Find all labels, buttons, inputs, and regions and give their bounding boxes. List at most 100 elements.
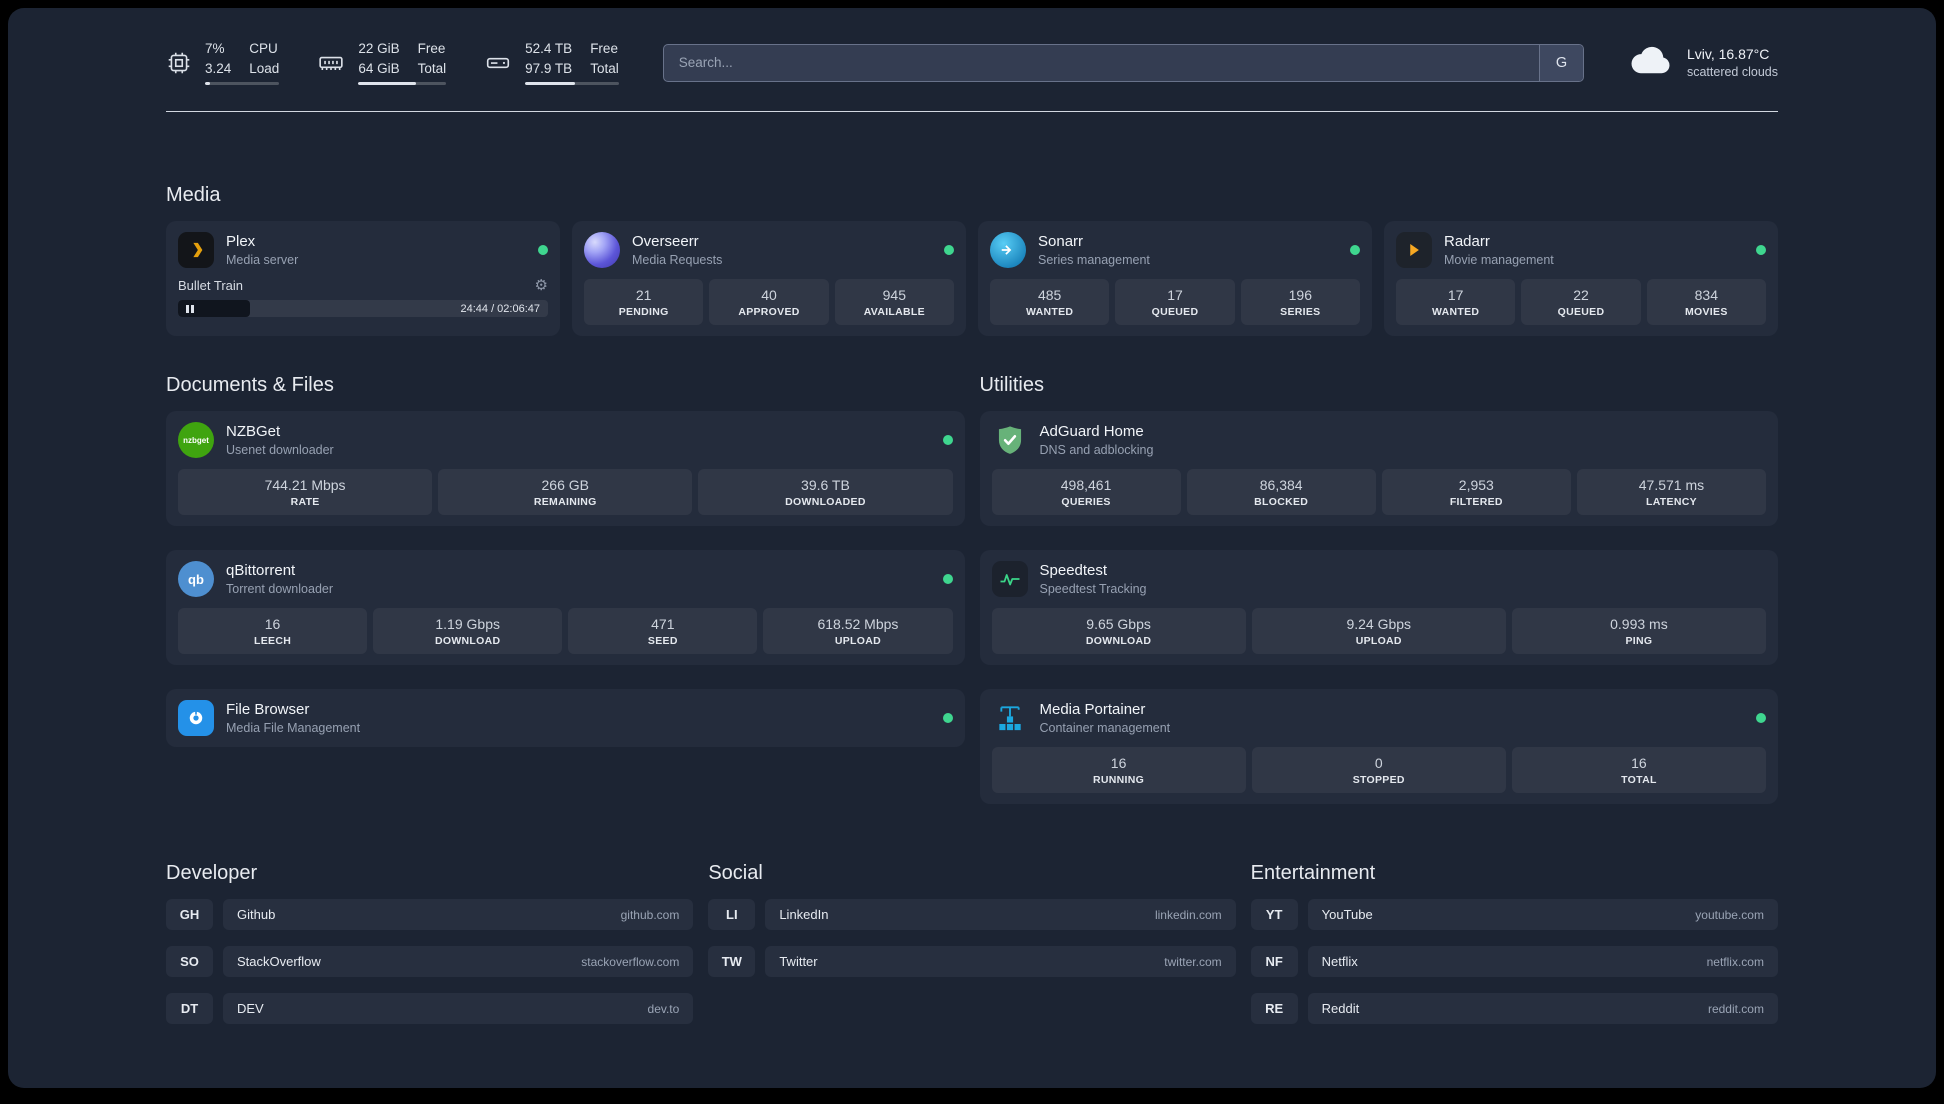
stat-value: 39.6 TB	[801, 477, 850, 494]
service-name: AdGuard Home	[1039, 423, 1144, 441]
bookmark-domain: netflix.com	[1706, 954, 1764, 969]
stats-row: 21 PENDING 40 APPROVED 945 AVAILABLE	[584, 279, 954, 326]
bookmark-linkedin[interactable]: LI LinkedIn linkedin.com	[708, 899, 1236, 931]
stat-value: 945	[882, 287, 906, 304]
bookmark-name: YouTube	[1321, 907, 1373, 923]
service-description: Container management	[1039, 721, 1171, 736]
stat-tile: 16 LEECH	[178, 608, 368, 655]
stat-value: 0.993 ms	[1610, 616, 1668, 633]
bookmark-reddit[interactable]: RE Reddit reddit.com	[1250, 993, 1778, 1025]
playback-time: 24:44 / 02:06:47	[460, 302, 540, 315]
stat-tile: 9.65 Gbps DOWNLOAD	[991, 608, 1246, 655]
weather-location: Lviv, 16.87°C	[1686, 46, 1770, 63]
stat-value: 744.21 Mbps	[264, 477, 346, 494]
stat-label: REMAINING	[533, 496, 597, 509]
cpu-widget-body: 7% CPU 3.24 Load	[205, 40, 280, 86]
bookmark-name: LinkedIn	[779, 907, 829, 923]
disk-free-value: 52.4 TB	[525, 41, 573, 56]
stat-label: QUERIES	[1061, 496, 1111, 509]
stat-label: WANTED	[1432, 306, 1480, 319]
search-provider-button[interactable]: G	[1538, 44, 1583, 81]
bookmark-domain: linkedin.com	[1154, 907, 1222, 922]
bookmark-twitter[interactable]: TW Twitter twitter.com	[708, 946, 1236, 978]
bookmark-domain: github.com	[620, 907, 680, 922]
playback-progress-bar[interactable]: 24:44 / 02:06:47	[178, 300, 548, 318]
stat-tile: 9.24 Gbps UPLOAD	[1251, 608, 1506, 655]
disk-widget: 52.4 TB Free 97.9 TB Total	[484, 40, 619, 86]
stat-label: UPLOAD	[1355, 635, 1402, 648]
status-dot	[942, 713, 953, 724]
service-card-plex[interactable]: Plex Media server Bullet Train ⚙ 24:44 /…	[166, 221, 560, 337]
disk-usage-bar	[525, 82, 619, 86]
stat-label: PING	[1625, 635, 1653, 648]
stat-tile: 22 QUEUED	[1521, 279, 1641, 326]
bookmark-stackoverflow[interactable]: SO StackOverflow stackoverflow.com	[166, 946, 694, 978]
bookmark-github[interactable]: GH Github github.com	[166, 899, 694, 931]
memory-widget-body: 22 GiB Free 64 GiB Total	[358, 40, 447, 86]
service-name: Sonarr	[1038, 233, 1084, 251]
section-title-documents: Documents & Files	[166, 374, 334, 397]
stat-tile: 266 GB REMAINING	[438, 469, 693, 516]
stat-value: 266 GB	[541, 477, 589, 494]
stat-tile: 16 TOTAL	[1511, 747, 1767, 794]
speedtest-icon	[991, 561, 1028, 598]
bookmark-name: Github	[237, 907, 276, 923]
search-input[interactable]	[663, 44, 1539, 81]
radarr-icon	[1396, 232, 1432, 269]
service-name: Radarr	[1444, 233, 1490, 251]
stats-row: 17 WANTED 22 QUEUED 834 MOVIES	[1396, 279, 1766, 326]
stat-value: 9.65 Gbps	[1086, 616, 1151, 633]
bookmark-netflix[interactable]: NF Netflix netflix.com	[1250, 946, 1778, 978]
service-card-sonarr[interactable]: Sonarr Series management 485 WANTED 17 Q…	[978, 221, 1372, 337]
stat-value: 17	[1167, 287, 1183, 304]
disk-drive-icon	[484, 50, 512, 76]
service-card-portainer[interactable]: Media Portainer Container management 16 …	[979, 689, 1778, 805]
bookmark-abbr: NF	[1250, 946, 1298, 978]
stat-value: 2,953	[1458, 477, 1494, 494]
cpu-load-label: Load	[249, 60, 280, 76]
service-card-qbittorrent[interactable]: qb qBittorrent Torrent downloader 16 LEE…	[166, 550, 965, 666]
service-card-overseerr[interactable]: Overseerr Media Requests 21 PENDING 40 A…	[572, 221, 966, 337]
plex-now-playing-widget: Bullet Train ⚙ 24:44 / 02:06:47	[178, 278, 548, 318]
stat-tile: 471 SEED	[568, 608, 758, 655]
dashboard: 7% CPU 3.24 Load 22 GiB Free 64 GiB Tota…	[8, 8, 1936, 1088]
search-bar[interactable]: G	[662, 43, 1584, 82]
now-playing-title: Bullet Train	[178, 278, 244, 294]
stat-label: RATE	[290, 496, 320, 509]
bookmark-name: Twitter	[779, 954, 818, 970]
memory-free-value: 22 GiB	[358, 41, 400, 56]
resource-widgets: 7% CPU 3.24 Load 22 GiB Free 64 GiB Tota…	[166, 40, 619, 86]
bookmark-domain: youtube.com	[1695, 907, 1764, 922]
stat-tile: 1.19 Gbps DOWNLOAD	[373, 608, 563, 655]
memory-free-label: Free	[417, 41, 446, 56]
bookmark-abbr: GH	[166, 899, 213, 931]
stat-tile: 834 MOVIES	[1646, 279, 1766, 326]
service-card-speedtest[interactable]: Speedtest Speedtest Tracking 9.65 Gbps D…	[979, 550, 1778, 666]
weather-widget: Lviv, 16.87°C scattered clouds	[1628, 43, 1778, 82]
service-name: Media Portainer	[1039, 701, 1146, 719]
plex-icon	[178, 232, 214, 269]
service-card-nzbget[interactable]: nzbget NZBGet Usenet downloader 744.21 M…	[166, 411, 965, 527]
memory-ram-icon	[317, 50, 345, 76]
gear-icon[interactable]: ⚙	[535, 278, 548, 293]
service-card-filebrowser[interactable]: File Browser Media File Management	[166, 689, 965, 748]
stat-tile: 39.6 TB DOWNLOADED	[698, 469, 953, 516]
service-card-adguard[interactable]: AdGuard Home DNS and adblocking 498,461 …	[979, 411, 1778, 527]
bookmark-youtube[interactable]: YT YouTube youtube.com	[1250, 899, 1778, 931]
stat-tile: 17 WANTED	[1396, 279, 1516, 326]
section-title-media: Media	[166, 184, 221, 207]
stat-tile: 40 APPROVED	[709, 279, 829, 326]
stat-label: QUEUED	[1151, 306, 1199, 319]
stat-value: 834	[1694, 287, 1718, 304]
bookmark-dev[interactable]: DT DEV dev.to	[166, 993, 694, 1025]
service-name: File Browser	[226, 701, 310, 719]
status-dot	[942, 435, 953, 446]
stat-value: 471	[651, 616, 675, 633]
service-card-radarr[interactable]: Radarr Movie management 17 WANTED 22 QUE…	[1384, 221, 1778, 337]
service-name: NZBGet	[226, 423, 281, 441]
pause-button[interactable]	[178, 300, 251, 318]
bookmark-domain: stackoverflow.com	[581, 954, 680, 969]
bookmark-abbr: SO	[166, 946, 213, 978]
adguard-shield-icon	[992, 422, 1028, 458]
media-grid: Plex Media server Bullet Train ⚙ 24:44 /…	[166, 221, 1778, 337]
